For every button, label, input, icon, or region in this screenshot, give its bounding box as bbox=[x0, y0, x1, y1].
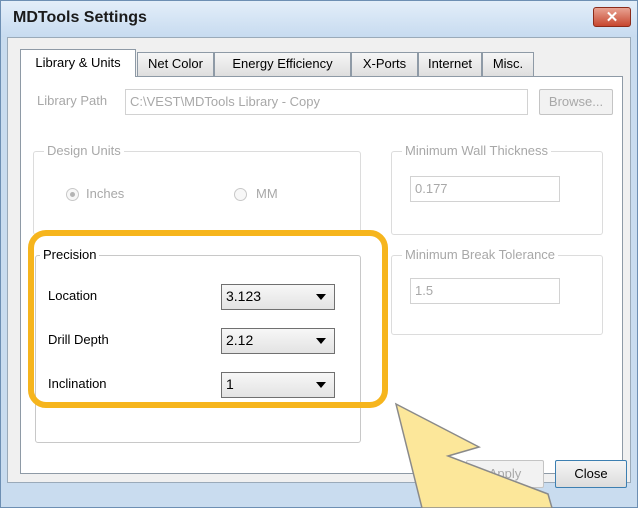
callout-arrow-shape bbox=[394, 402, 553, 508]
callout-arrow-icon bbox=[394, 402, 553, 508]
